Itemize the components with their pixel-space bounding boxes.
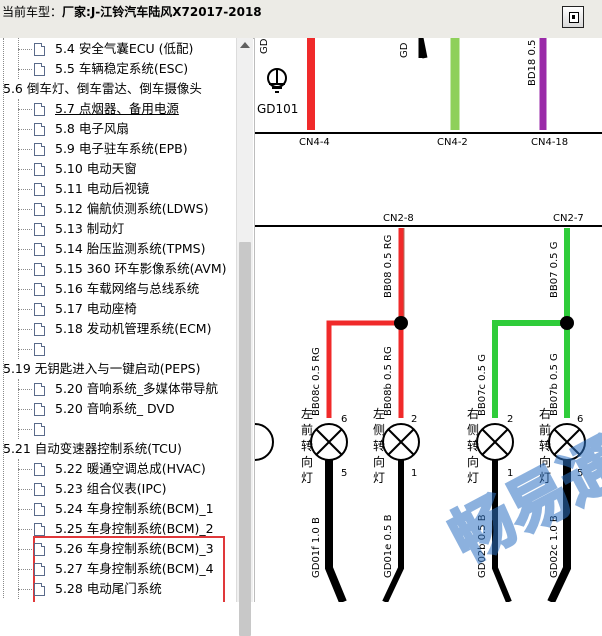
- wiring-diagram[interactable]: GD101 GD GD BD18 0.5 BU CN4-4 CN4-2 CN4-…: [254, 22, 602, 604]
- lamp-4-pin-top: 6: [577, 414, 583, 425]
- lamp-1-pin-bottom: 5: [341, 468, 347, 479]
- document-icon: [34, 163, 45, 176]
- tree-item-label: 5.10 电动天窗: [55, 161, 137, 176]
- document-icon: [34, 543, 45, 556]
- wire-label-bd18: BD18 0.5 BU: [527, 38, 538, 86]
- document-icon: [34, 323, 45, 336]
- wire-label-gd01e: GD01e 0.5 B: [383, 514, 394, 578]
- title-prefix: 当前车型：: [2, 5, 63, 19]
- connector-cn4-4: CN4-4: [299, 137, 330, 148]
- tree-item-label: 5.15 360 环车影像系统(AVM): [55, 261, 227, 276]
- svg-text:畅易通: 畅易通: [439, 424, 602, 576]
- tree-item-label: 5.28 电动尾门系统: [55, 581, 162, 596]
- splice-red: [394, 316, 408, 330]
- document-icon: [34, 503, 45, 516]
- document-icon: [34, 103, 45, 116]
- wiring-diagram-svg: GD101 GD GD BD18 0.5 BU CN4-4 CN4-2 CN4-…: [254, 22, 602, 604]
- window-title: 当前车型：厂家:J-江铃汽车陆风X72017-2018: [2, 3, 262, 20]
- wire-label-gd-1: GD: [259, 38, 270, 54]
- tree-item-label: 5.18 发动机管理系统(ECM): [55, 321, 212, 336]
- tree-item-label: 5.11 电动后视镜: [55, 181, 150, 196]
- tree-item-label: 5.8 电子风扇: [55, 121, 129, 136]
- tree-item-label: 5.6 倒车灯、倒车雷达、倒车摄像头: [3, 81, 202, 96]
- chapter-tree: 5.4 安全气囊ECU (低配) 5.5 车辆稳定系统(ESC) 5.6 倒车灯、倒…: [0, 38, 236, 602]
- wire-label-gd01f: GD01f 1.0 B: [311, 517, 322, 578]
- document-icon: [34, 203, 45, 216]
- wire-label-gd-2: GD: [399, 42, 410, 58]
- tree-item-label: 5.19 无钥匙进入与一键启动(PEPS): [3, 361, 201, 376]
- lamp-3-pin-top: 2: [507, 414, 513, 425]
- title-vehicle: 厂家:J-江铃汽车陆风X72017-2018: [62, 5, 262, 19]
- tree-item[interactable]: 5.19 无钥匙进入与一键启动(PEPS): [3, 359, 200, 379]
- tree-item-label: 5.4 安全气囊ECU (低配): [55, 41, 194, 56]
- tree-item-label: 5.13 制动灯: [55, 221, 125, 236]
- wire-label-bb08b: BB08b 0.5 RG: [383, 346, 394, 416]
- lamp-2-pin-bottom: 1: [411, 468, 417, 479]
- tree-item-label: 5.5 车辆稳定系统(ESC): [55, 61, 189, 76]
- tree-item-label: 5.24 车身控制系统(BCM)_1: [55, 501, 214, 516]
- tree-item-label: 5.23 组合仪表(IPC): [55, 481, 167, 496]
- tree-item-label: 5.9 电子驻车系统(EPB): [55, 141, 188, 156]
- document-icon: [34, 343, 45, 356]
- lamp-name-1: 左前转向灯: [301, 406, 313, 485]
- document-icon: [34, 583, 45, 596]
- wire-label-bb08: BB08 0.5 RG: [383, 235, 394, 298]
- document-icon: [34, 143, 45, 156]
- connector-cn2-8: CN2-8: [383, 213, 414, 224]
- document-icon: [34, 383, 45, 396]
- tree-item[interactable]: 5.21 自动变速器控制系统(TCU): [3, 439, 182, 459]
- tree-item-label: 5.16 车载网络与总线系统: [55, 281, 200, 296]
- document-icon: [34, 303, 45, 316]
- document-icon: [34, 123, 45, 136]
- document-icon: [34, 483, 45, 496]
- document-icon: [34, 223, 45, 236]
- tree-item[interactable]: 5.6 倒车灯、倒车雷达、倒车摄像头: [3, 79, 202, 99]
- tree-item-label: 5.7 点烟器、备用电源: [55, 101, 179, 116]
- scrollbar-thumb[interactable]: [239, 242, 251, 636]
- document-icon: [34, 43, 45, 56]
- tree-item-label: 5.27 车身控制系统(BCM)_4: [55, 561, 214, 576]
- wire-label-bb08c: BB08c 0.5 RG: [311, 347, 322, 416]
- connector-cn4-18: CN4-18: [531, 137, 568, 148]
- document-icon: [34, 423, 45, 436]
- lamp-1-pin-top: 6: [341, 414, 347, 425]
- watermark-logo: 畅易通: [437, 423, 602, 578]
- tree-item-label: 5.17 电动座椅: [55, 301, 137, 316]
- document-icon: [34, 283, 45, 296]
- title-bar: 当前车型：厂家:J-江铃汽车陆风X72017-2018: [0, 0, 602, 39]
- wire-label-bb07: BB07 0.5 G: [549, 242, 560, 298]
- ground-label: GD101: [257, 102, 298, 116]
- document-icon: [34, 403, 45, 416]
- document-icon: [34, 243, 45, 256]
- tree-item-label: 5.21 自动变速器控制系统(TCU): [3, 441, 182, 456]
- tree-item-label: 5.20 音响系统_多媒体带导航: [55, 381, 219, 396]
- lamp-2-pin-top: 2: [411, 414, 417, 425]
- tree-item-label: 5.25 车身控制系统(BCM)_2: [55, 521, 214, 536]
- document-icon: [34, 183, 45, 196]
- black-wire-gd01f: [325, 460, 347, 604]
- lamp-name-2: 左侧转向灯: [373, 406, 385, 485]
- tree-item-label: 5.14 胎压监测系统(TPMS): [55, 241, 206, 256]
- tree-item-label: 5.26 车身控制系统(BCM)_3: [55, 541, 214, 556]
- tree-item-label: 5.12 偏航侦测系统(LDWS): [55, 201, 209, 216]
- document-icon: [34, 463, 45, 476]
- document-icon: [34, 563, 45, 576]
- splice-green: [560, 316, 574, 330]
- tree-scrollbar[interactable]: [236, 38, 253, 636]
- tree-item-label: 5.22 暖通空调总成(HVAC): [55, 461, 206, 476]
- scroll-up-arrow-icon[interactable]: [240, 42, 250, 48]
- connector-cn2-7: CN2-7: [553, 213, 584, 224]
- restore-window-button[interactable]: [562, 6, 584, 28]
- document-icon: [34, 263, 45, 276]
- connector-cn4-2: CN4-2: [437, 137, 468, 148]
- partial-lamp: [254, 423, 274, 461]
- lamp-name-3: 右侧转向灯: [467, 406, 479, 485]
- tree-item-label: 5.20 音响系统_ DVD: [55, 401, 175, 416]
- document-icon: [34, 63, 45, 76]
- document-icon: [34, 523, 45, 536]
- restore-icon: [569, 12, 579, 23]
